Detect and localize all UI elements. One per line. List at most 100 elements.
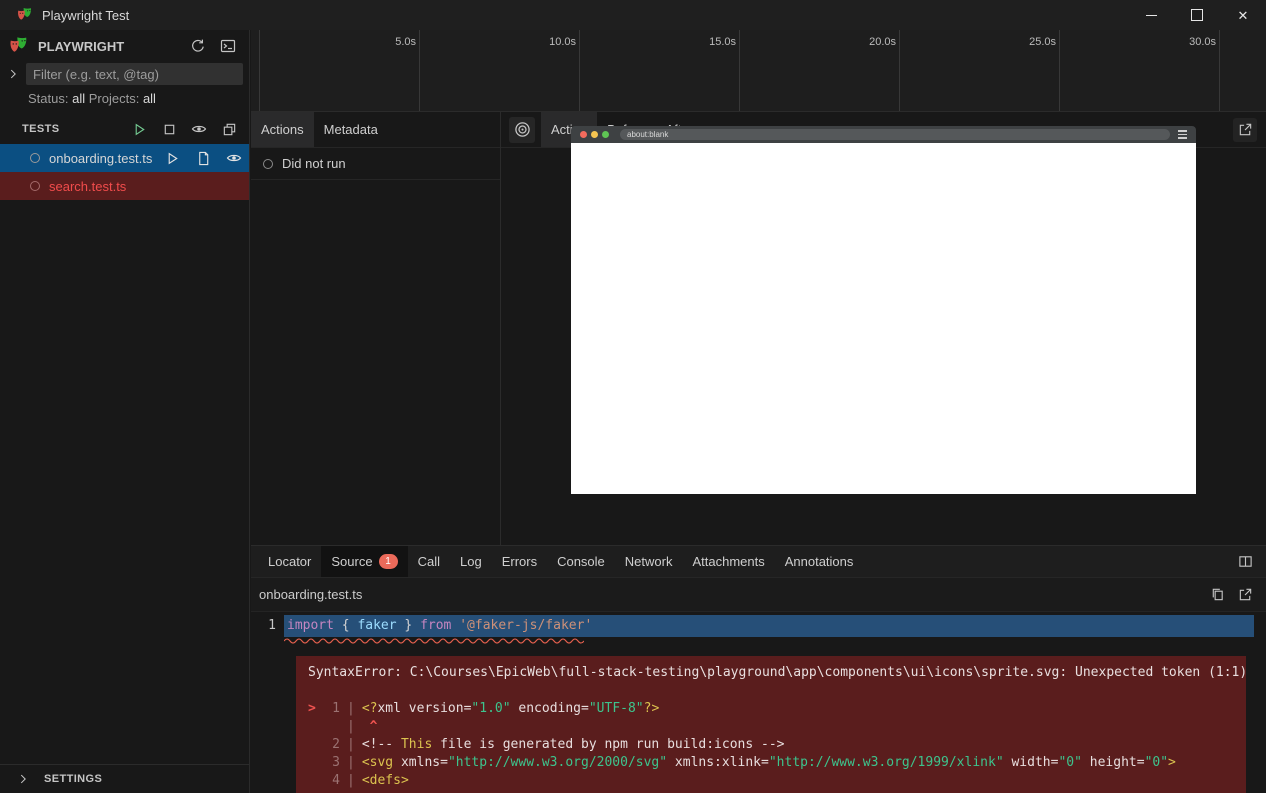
tab-network[interactable]: Network <box>615 546 683 577</box>
watch-test-button[interactable] <box>223 147 245 169</box>
playwright-test-window: Playwright Test ✕ PLAYWRIGHT <box>0 0 1266 793</box>
code-token: { <box>334 618 357 633</box>
test-item-onboarding[interactable]: onboarding.test.ts <box>0 144 249 172</box>
error-squiggle-underline <box>284 637 1266 645</box>
tab-console[interactable]: Console <box>547 546 615 577</box>
close-button[interactable]: ✕ <box>1220 0 1266 30</box>
code-token: "0" <box>1145 755 1168 770</box>
projects-value[interactable]: all <box>143 91 156 106</box>
timeline-tick: 30.0s <box>1219 30 1220 111</box>
code-token: } <box>397 618 420 633</box>
code-token: "0" <box>1058 755 1081 770</box>
maximize-button[interactable] <box>1174 0 1220 30</box>
details-tabs: Locator Source 1 Call Log Errors Console… <box>251 546 1266 578</box>
run-test-button[interactable] <box>161 147 183 169</box>
code-token: > <box>1168 755 1176 770</box>
code-token: xmlns= <box>393 755 448 770</box>
error-code-frame: >1|<?xml version="1.0" encoding="UTF-8"?… <box>308 700 1236 790</box>
timeline-tick: 5.0s <box>419 30 420 111</box>
code-token: faker <box>357 618 396 633</box>
source-code-line: import { faker } from '@faker-js/faker' <box>284 615 1254 637</box>
code-token: This <box>401 737 432 752</box>
code-token: import <box>287 618 334 633</box>
url-text: about:blank <box>627 130 668 139</box>
test-status-circle-icon <box>30 153 40 163</box>
code-token: height= <box>1082 755 1145 770</box>
status-label: Status: <box>28 91 68 106</box>
split-view-button[interactable] <box>1233 550 1257 574</box>
tab-source-label: Source <box>331 554 372 569</box>
playwright-logo-icon <box>16 6 34 24</box>
close-icon: ✕ <box>1238 9 1249 22</box>
code-token: <defs> <box>362 773 409 788</box>
status-value[interactable]: all <box>72 91 85 106</box>
pick-locator-button[interactable] <box>509 117 535 143</box>
stop-button[interactable] <box>158 118 180 140</box>
code-token: '@faker-js/faker' <box>459 618 592 633</box>
tab-annotations[interactable]: Annotations <box>775 546 864 577</box>
terminal-button[interactable] <box>217 35 239 57</box>
tab-log[interactable]: Log <box>450 546 492 577</box>
tab-attachments[interactable]: Attachments <box>682 546 774 577</box>
filter-input[interactable] <box>26 63 243 85</box>
sidebar: PLAYWRIGHT Status: all Projects: all TES… <box>0 30 250 793</box>
code-token: <? <box>362 701 378 716</box>
code-token: <!-- <box>362 737 401 752</box>
collapse-all-icon[interactable] <box>218 118 240 140</box>
minimize-button[interactable] <box>1128 0 1174 30</box>
syntax-error-block: SyntaxError: C:\Courses\EpicWeb\full-sta… <box>296 656 1246 793</box>
actions-pane: Actions Metadata Did not run <box>251 112 501 545</box>
main-area: 5.0s10.0s15.0s20.0s25.0s30.0s Actions Me… <box>251 30 1266 793</box>
code-token: svg <box>370 755 393 770</box>
actions-pane-tabs: Actions Metadata <box>251 112 500 148</box>
source-file-bar: onboarding.test.ts <box>251 578 1266 612</box>
reload-tests-button[interactable] <box>187 35 209 57</box>
test-item-search[interactable]: search.test.ts <box>0 172 249 200</box>
code-token: "UTF-8" <box>589 701 644 716</box>
projects-label: Projects: <box>89 91 140 106</box>
run-all-button[interactable] <box>128 118 150 140</box>
code-token: ?> <box>644 701 660 716</box>
snapshot-pane: Action Before After about:blank <box>501 112 1266 545</box>
tab-locator[interactable]: Locator <box>258 546 321 577</box>
traffic-light-green-icon <box>602 131 609 138</box>
circle-outline-icon <box>263 159 273 169</box>
chevron-right-icon <box>12 768 34 790</box>
timeline-tick-zero <box>259 30 260 111</box>
open-source-external-button[interactable] <box>1234 584 1256 606</box>
code-token: "http://www.w3.org/1999/xlink" <box>769 755 1004 770</box>
tab-actions[interactable]: Actions <box>251 112 314 147</box>
tab-errors[interactable]: Errors <box>492 546 547 577</box>
timeline-tick: 25.0s <box>1059 30 1060 111</box>
middle-region: Actions Metadata Did not run Action Befo… <box>251 112 1266 545</box>
minimize-icon <box>1146 15 1157 16</box>
copy-icon[interactable] <box>1206 584 1228 606</box>
sidebar-header: PLAYWRIGHT <box>0 30 249 62</box>
tab-metadata[interactable]: Metadata <box>314 112 388 147</box>
code-token: version= <box>401 701 471 716</box>
sidebar-title: PLAYWRIGHT <box>38 39 179 54</box>
code-token: ^ <box>362 719 378 734</box>
tab-source[interactable]: Source 1 <box>321 546 407 577</box>
timeline-tick: 15.0s <box>739 30 740 111</box>
tab-call[interactable]: Call <box>408 546 450 577</box>
details-pane: Locator Source 1 Call Log Errors Console… <box>251 545 1266 793</box>
open-snapshot-external-button[interactable] <box>1233 118 1257 142</box>
code-token: from <box>420 618 451 633</box>
watch-all-button[interactable] <box>188 118 210 140</box>
code-frame-line: | ^ <box>308 718 1236 736</box>
show-source-button[interactable] <box>192 147 214 169</box>
did-not-run-label: Did not run <box>282 156 346 171</box>
settings-section-header[interactable]: SETTINGS <box>0 764 249 793</box>
tests-section-header: TESTS <box>0 114 249 144</box>
filter-row <box>0 62 249 86</box>
code-frame-line: 3|<svg xmlns="http://www.w3.org/2000/svg… <box>308 754 1236 772</box>
traffic-light-yellow-icon <box>591 131 598 138</box>
source-file-name: onboarding.test.ts <box>259 587 362 602</box>
source-error-badge: 1 <box>379 554 398 569</box>
code-token: xmlns:xlink= <box>667 755 769 770</box>
snapshot-page[interactable] <box>571 143 1196 494</box>
timeline[interactable]: 5.0s10.0s15.0s20.0s25.0s30.0s <box>251 30 1266 112</box>
source-viewer: 1 import { faker } from '@faker-js/faker… <box>251 612 1266 793</box>
chevron-right-icon[interactable] <box>2 63 24 85</box>
